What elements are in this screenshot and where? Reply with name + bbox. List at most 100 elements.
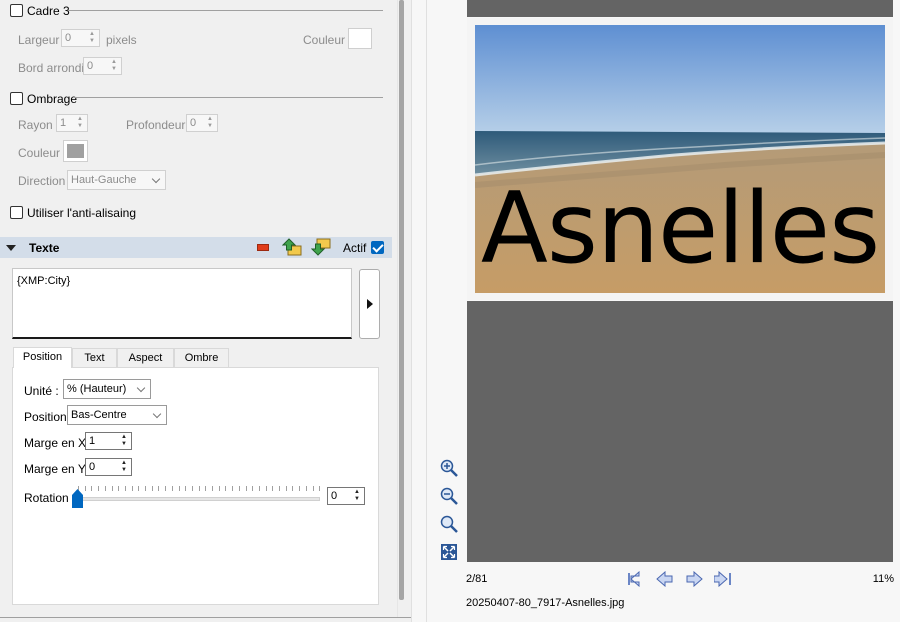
spin-arrows-icon[interactable]: ▲ ▼ — [73, 115, 87, 131]
slider-tick — [225, 486, 227, 491]
shadow-direction-select[interactable]: Haut-Gauche — [67, 170, 166, 190]
settings-scrollbar-thumb[interactable] — [399, 0, 404, 600]
shadow-depth-label: Profondeur — [126, 118, 186, 132]
chevron-down-icon — [152, 409, 162, 419]
zoom-fit-icon[interactable] — [439, 514, 459, 534]
shadow-depth-spinbox[interactable]: 0 ▲ ▼ — [186, 114, 218, 132]
slider-tick — [299, 486, 301, 491]
slider-tick — [84, 486, 86, 491]
slider-tick — [111, 486, 113, 491]
slider-tick — [191, 486, 193, 491]
spin-arrows-icon[interactable]: ▲ ▼ — [117, 433, 131, 449]
slider-tick — [178, 486, 180, 491]
slider-tick — [258, 486, 260, 491]
next-page-icon[interactable] — [685, 571, 703, 587]
tab-position[interactable]: Position — [13, 347, 72, 368]
page-indicator: 2/81 — [466, 573, 488, 585]
spin-arrows-icon[interactable]: ▲ ▼ — [117, 459, 131, 475]
fullscreen-icon[interactable] — [439, 542, 459, 562]
current-filename: 20250407-80_7917-Asnelles.jpg — [466, 597, 625, 609]
zoom-out-icon[interactable] — [439, 486, 459, 506]
text-active-checkbox[interactable] — [371, 241, 384, 254]
rotation-slider-handle[interactable] — [72, 489, 83, 508]
slider-tick — [305, 486, 307, 491]
next-page-preview — [467, 301, 893, 562]
slider-tick — [218, 486, 220, 491]
last-page-icon[interactable] — [714, 571, 732, 587]
frame3-radius-value: 0 — [87, 60, 94, 72]
slider-tick — [165, 486, 167, 491]
slider-tick — [292, 486, 294, 491]
shadow-radius-spinbox[interactable]: 1 ▲ ▼ — [56, 114, 88, 132]
collapse-arrow-icon[interactable] — [6, 245, 16, 251]
tab-aspect[interactable]: Aspect — [117, 348, 174, 368]
slider-tick — [138, 486, 140, 491]
slider-tick — [145, 486, 146, 491]
margin-y-spinbox[interactable]: 0 ▲ ▼ — [85, 458, 132, 476]
shadow-direction-value: Haut-Gauche — [71, 174, 137, 186]
rotation-label: Rotation — [24, 491, 69, 505]
tab-shadow[interactable]: Ombre — [174, 348, 229, 368]
text-content-editor[interactable]: {XMP:City} — [12, 268, 352, 339]
slider-tick — [245, 486, 247, 491]
unit-label: Unité : — [24, 384, 59, 398]
move-down-icon[interactable] — [311, 238, 331, 256]
spin-arrows-icon[interactable]: ▲ ▼ — [203, 115, 217, 131]
shadow-title: Ombrage — [27, 92, 78, 106]
shadow-checkbox[interactable] — [10, 92, 23, 105]
rotation-slider-track[interactable] — [78, 497, 320, 501]
first-page-icon[interactable] — [627, 571, 645, 587]
tab-text[interactable]: Text — [72, 348, 117, 368]
slider-tick — [98, 486, 100, 491]
zoom-level: 11% — [872, 573, 894, 585]
chevron-down-icon — [151, 174, 161, 184]
zoom-in-icon[interactable] — [439, 458, 459, 478]
move-up-icon[interactable] — [282, 238, 302, 256]
text-active-label: Actif — [343, 241, 367, 255]
slider-tick — [131, 486, 133, 491]
shadow-radius-label: Rayon — [18, 118, 53, 132]
slider-tick — [118, 486, 120, 491]
remove-icon[interactable] — [257, 244, 269, 251]
panel-splitter[interactable] — [411, 0, 427, 622]
margin-x-spinbox[interactable]: 1 ▲ ▼ — [85, 432, 132, 450]
slider-tick — [252, 486, 254, 491]
slider-tick — [171, 486, 173, 491]
slider-tick — [104, 486, 106, 491]
unit-value: % (Hauteur) — [67, 383, 127, 395]
text-section-title: Texte — [29, 241, 60, 255]
spin-arrows-icon[interactable]: ▲ ▼ — [107, 58, 121, 74]
insert-variable-button[interactable] — [359, 269, 380, 339]
frame3-unit-label: pixels — [106, 33, 137, 47]
overlay-caption: Asnelles — [480, 172, 880, 286]
chevron-down-icon — [136, 383, 146, 393]
shadow-color-swatch[interactable] — [63, 140, 88, 162]
slider-tick — [198, 486, 200, 491]
frame3-radius-spinbox[interactable]: 0 ▲ ▼ — [83, 57, 122, 75]
position-label: Position — [24, 410, 67, 424]
position-value: Bas-Centre — [71, 409, 127, 421]
rotation-spinbox[interactable]: 0 ▲ ▼ — [327, 487, 365, 505]
frame3-title: Cadre 3 — [27, 4, 70, 18]
unit-select[interactable]: % (Hauteur) — [63, 379, 151, 399]
margin-x-label: Marge en X — [24, 436, 87, 450]
slider-tick — [272, 486, 274, 491]
antialias-checkbox[interactable] — [10, 206, 23, 219]
position-select[interactable]: Bas-Centre — [67, 405, 167, 425]
margin-y-label: Marge en Y — [24, 462, 86, 476]
frame3-width-label: Largeur — [18, 33, 60, 47]
spin-arrows-icon[interactable]: ▲ ▼ — [350, 488, 364, 504]
panel-bottom-border — [0, 617, 411, 618]
slider-tick — [185, 486, 187, 491]
frame3-width-spinbox[interactable]: 0 ▲ ▼ — [61, 29, 100, 47]
frame3-checkbox[interactable] — [10, 4, 23, 17]
previous-page-icon[interactable] — [656, 571, 674, 587]
slider-tick — [212, 486, 213, 491]
slider-tick — [312, 486, 314, 491]
frame3-color-swatch[interactable] — [348, 28, 372, 49]
spin-arrows-icon[interactable]: ▲ ▼ — [85, 30, 99, 46]
previous-page-preview — [467, 0, 893, 17]
slider-tick — [319, 486, 321, 491]
slider-tick — [265, 486, 267, 491]
shadow-depth-value: 0 — [190, 117, 197, 129]
